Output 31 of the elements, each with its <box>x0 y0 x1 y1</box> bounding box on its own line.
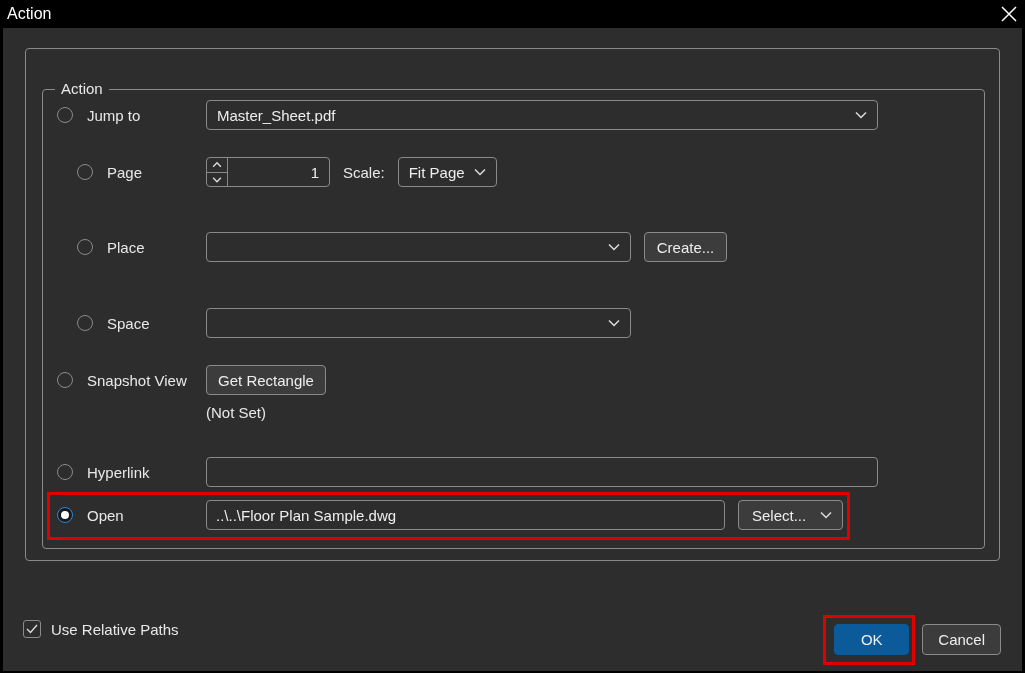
checkbox[interactable] <box>23 620 41 638</box>
dropdown[interactable] <box>206 232 631 262</box>
dropdown[interactable] <box>206 308 631 338</box>
option-label: Place <box>107 238 145 256</box>
option-label: Open <box>87 506 124 524</box>
status-text: (Not Set) <box>206 404 266 421</box>
text-field[interactable] <box>206 457 878 487</box>
ok-button[interactable]: OK <box>834 624 910 655</box>
checkbox-label: Use Relative Paths <box>51 620 179 638</box>
action-button[interactable]: Get Rectangle <box>206 365 326 395</box>
chevron-down-icon <box>608 319 620 327</box>
chevron-down-icon <box>473 168 486 176</box>
action-button[interactable]: Create... <box>644 232 727 262</box>
option-label: Snapshot View <box>87 371 187 389</box>
radio-button[interactable] <box>57 507 73 523</box>
chevron-down-icon <box>608 243 620 251</box>
field-label: Scale: <box>343 163 385 181</box>
option-label: Page <box>107 163 143 181</box>
chevron-down-icon <box>820 511 832 519</box>
option-label: Hyperlink <box>87 463 150 481</box>
option-label: Space <box>107 314 150 332</box>
number-spinbox[interactable]: 1 <box>206 157 330 187</box>
dropdown[interactable]: Master_Sheet.pdf <box>206 100 878 130</box>
text-field[interactable]: ..\..\Floor Plan Sample.dwg <box>206 500 725 530</box>
dropdown[interactable]: Fit Page <box>397 157 497 187</box>
select-dropdown[interactable]: Select... <box>738 500 843 530</box>
close-icon[interactable] <box>1001 6 1017 22</box>
option-label: Jump to <box>87 106 141 124</box>
cancel-button[interactable]: Cancel <box>922 624 1001 655</box>
window-title: Action <box>7 5 52 23</box>
chevron-down-icon <box>855 111 867 119</box>
